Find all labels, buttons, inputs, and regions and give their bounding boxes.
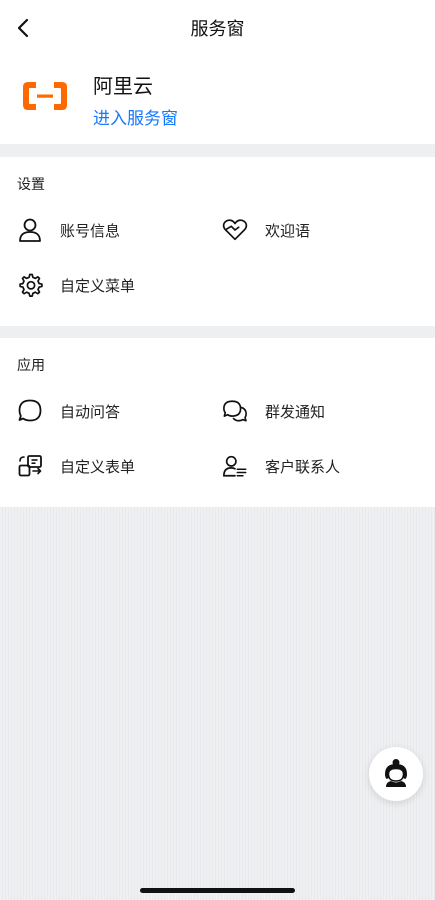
gear-icon [17,272,43,298]
home-indicator [140,888,295,893]
contact-list-icon [222,453,248,479]
item-label: 自定义菜单 [60,276,136,295]
chat-bubble-icon [17,398,43,424]
enter-service-window-link[interactable]: 进入服务窗 [93,104,178,129]
top-bar: 服务窗 [0,0,435,56]
item-label: 自动问答 [60,402,121,421]
form-icon [17,453,43,479]
apps-section: 应用 自动问答 群发通知 自定义表单 客户联系人 [0,338,435,507]
back-button[interactable] [10,14,38,42]
item-label: 自定义表单 [60,457,136,476]
empty-area [0,507,435,900]
chevron-left-icon [17,18,29,38]
section-title: 应用 [17,358,45,374]
section-title: 设置 [17,177,45,193]
service-profile: 阿里云 进入服务窗 [0,56,435,144]
account-info-item[interactable]: 账号信息 [17,212,120,248]
user-icon [17,217,43,243]
item-label: 客户联系人 [265,457,341,476]
item-label: 账号信息 [60,221,121,240]
item-label: 欢迎语 [265,221,311,240]
auto-qa-item[interactable]: 自动问答 [17,393,120,429]
item-label: 群发通知 [265,402,326,421]
aliyun-logo [20,78,70,114]
welcome-message-item[interactable]: 欢迎语 [222,212,310,248]
custom-menu-item[interactable]: 自定义菜单 [17,267,135,303]
customer-service-button[interactable] [369,747,423,801]
settings-section: 设置 账号信息 欢迎语 自定义菜单 [0,157,435,326]
heart-handshake-icon [222,217,248,243]
page-title: 服务窗 [190,19,245,40]
chat-bubbles-icon [222,398,248,424]
customer-service-agent-icon [385,759,407,787]
custom-form-item[interactable]: 自定义表单 [17,448,135,484]
customer-contacts-item[interactable]: 客户联系人 [222,448,340,484]
broadcast-notice-item[interactable]: 群发通知 [222,393,325,429]
service-name: 阿里云 [93,74,153,98]
